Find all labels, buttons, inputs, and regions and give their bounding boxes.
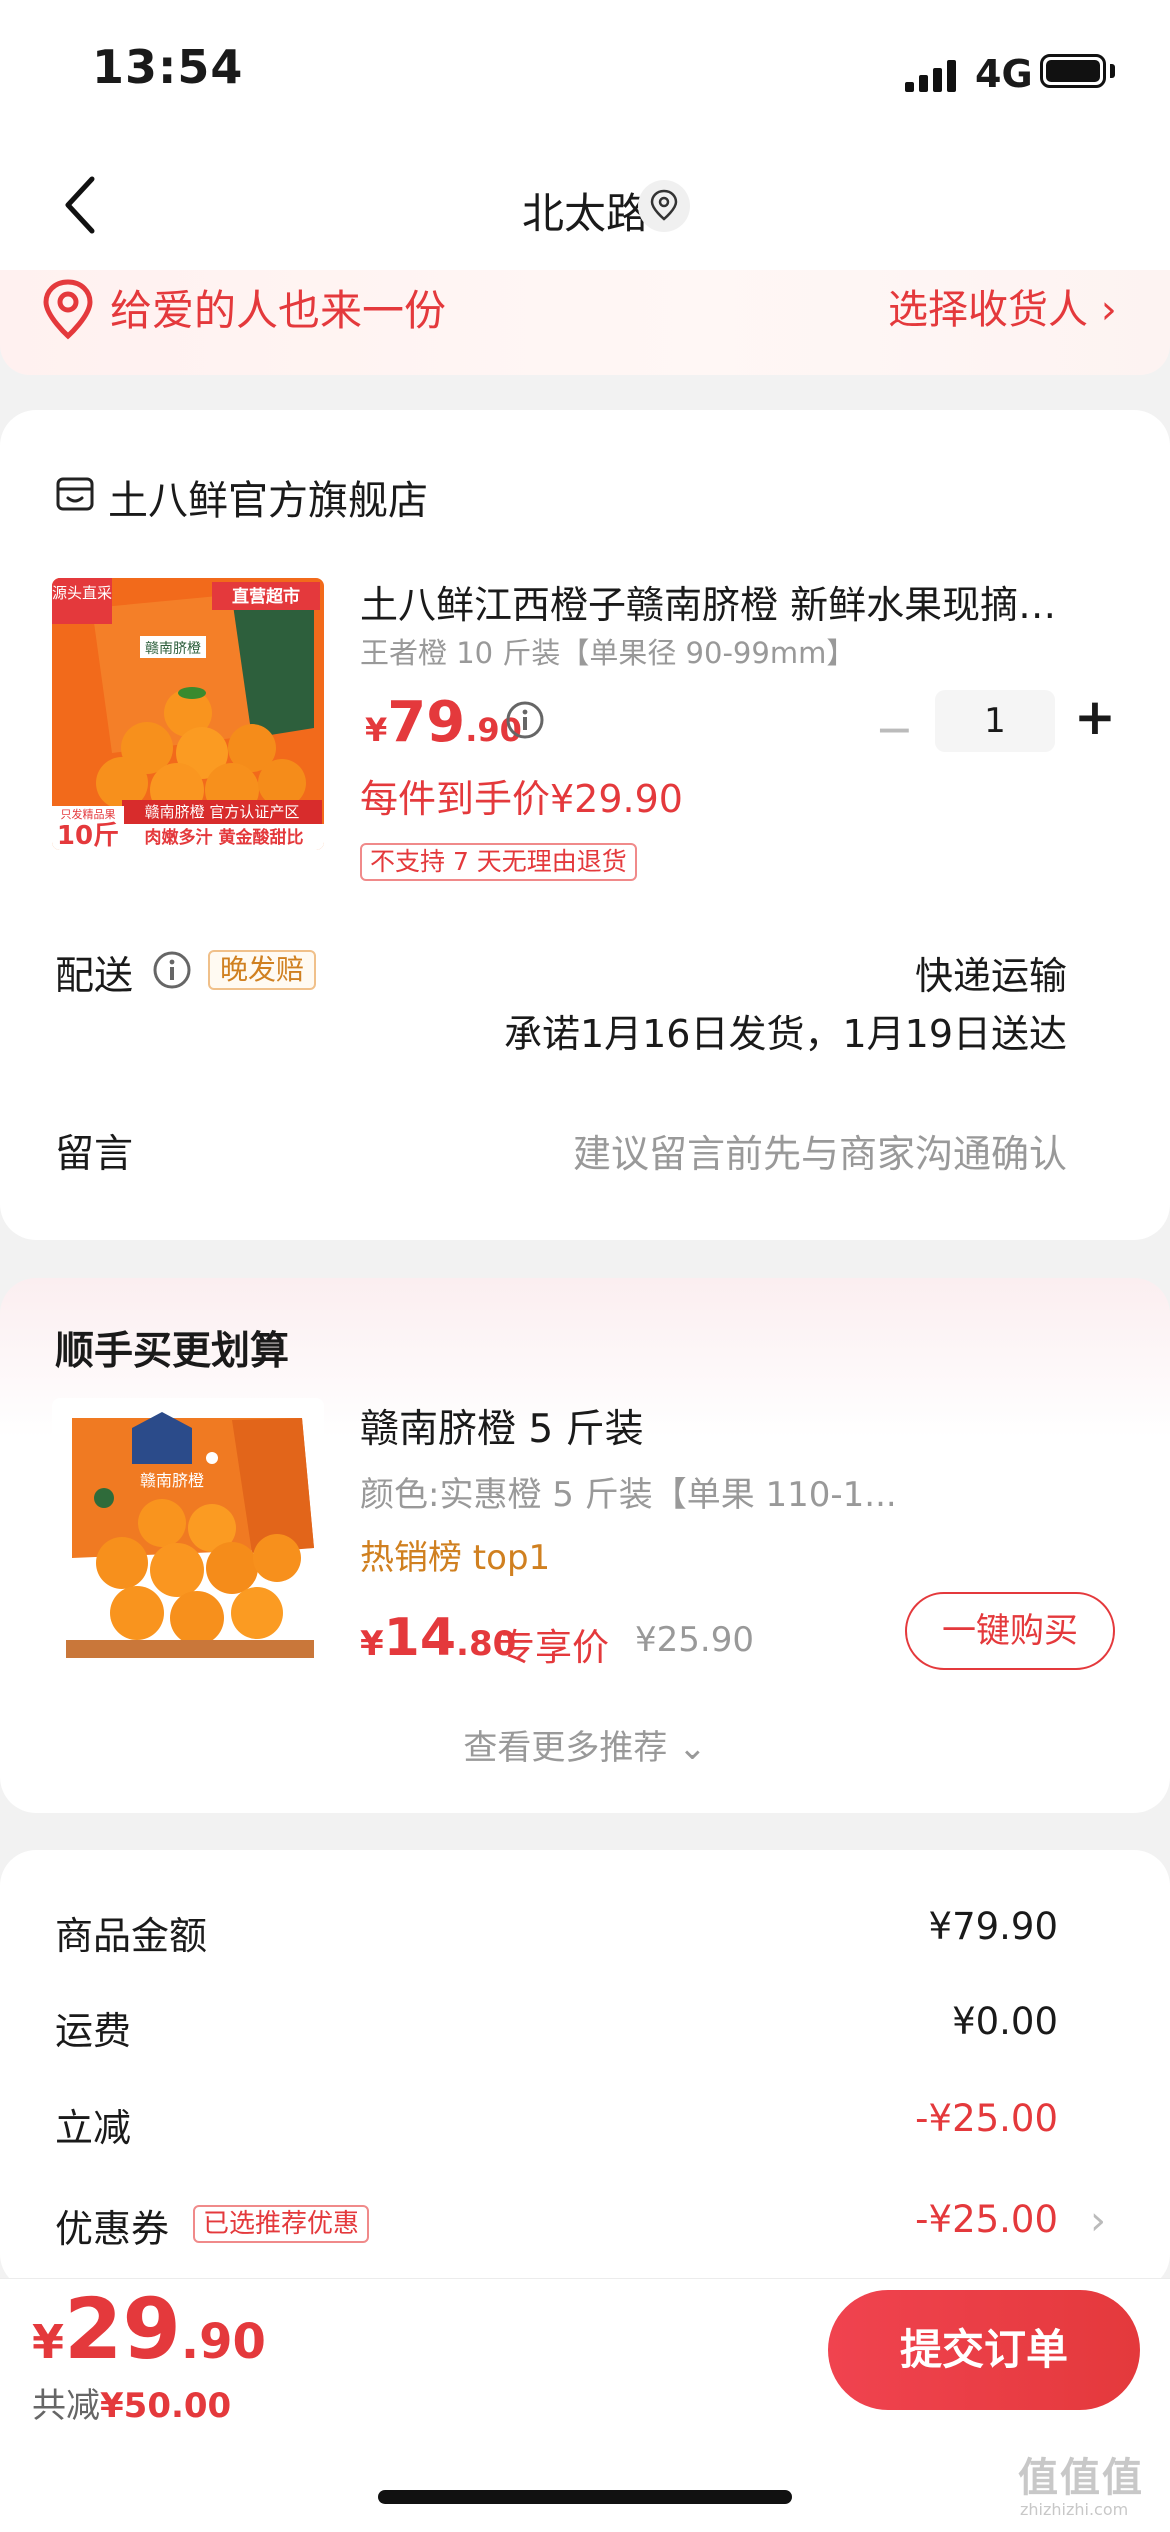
shop-icon: [55, 474, 95, 514]
chevron-right-icon[interactable]: ›: [1090, 2198, 1106, 2244]
recommend-product-title[interactable]: 赣南脐橙 5 斤装: [360, 1398, 644, 1454]
instant-discount-value: -¥25.00: [915, 2097, 1058, 2140]
price-decimal: .90: [180, 2314, 266, 2370]
bestseller-rank: 热销榜 top1: [360, 1538, 551, 1578]
gift-banner-text: 给爱的人也来一份: [110, 286, 447, 335]
note-input[interactable]: 建议留言前先与商家沟通确认: [573, 1123, 1067, 1178]
battery-icon: [1040, 54, 1106, 88]
map-pin-icon: [38, 278, 98, 340]
delivery-method[interactable]: 快递运输: [915, 945, 1067, 1000]
delivery-label: 配送: [55, 954, 134, 999]
svg-text:10斤: 10斤: [57, 821, 119, 850]
instant-discount-label: 立减: [55, 2106, 132, 2150]
location-icon[interactable]: [638, 180, 690, 232]
svg-text:赣南脐橙 官方认证产区: 赣南脐橙 官方认证产区: [145, 803, 300, 821]
exclusive-price-label: 专享价: [498, 1626, 609, 1669]
price-integer: 14: [383, 1608, 457, 1668]
total-saved: 共减¥50.00: [32, 2378, 231, 2427]
svg-text:赣南脐橙: 赣南脐橙: [140, 1471, 204, 1490]
shipping-fee-label: 运费: [55, 2009, 132, 2053]
unit-final-price: 每件到手价¥29.90: [360, 777, 683, 821]
price-integer: 79: [387, 690, 466, 755]
submit-order-button[interactable]: 提交订单: [828, 2290, 1140, 2410]
total-price: ¥29.90: [32, 2280, 266, 2378]
product-image-art: 源头直采 直营超市 赣南脐橙 赣南脐橙 官方认证产区 只发精品果 10斤 肉嫩多…: [52, 578, 324, 850]
coupon-value[interactable]: -¥25.00: [915, 2198, 1058, 2241]
product-image[interactable]: 源头直采 直营超市 赣南脐橙 赣南脐橙 官方认证产区 只发精品果 10斤 肉嫩多…: [52, 578, 324, 850]
saved-value: ¥50.00: [100, 2386, 232, 2426]
product-price: ¥79.90: [365, 690, 522, 755]
one-click-buy-button[interactable]: 一键购买: [905, 1592, 1115, 1670]
coupon-recommended-badge: 已选推荐优惠: [193, 2205, 370, 2243]
price-integer: 29: [64, 2280, 181, 2378]
quantity-decrease-button[interactable]: −: [875, 702, 914, 756]
note-label: 留言: [55, 1132, 134, 1177]
price-info-icon[interactable]: [505, 700, 545, 740]
more-recommendations-link[interactable]: 查看更多推荐 ⌄: [0, 1720, 1170, 1769]
recommend-image-art: 赣南脐橙: [52, 1398, 324, 1670]
coupon-label: 优惠券: [55, 2207, 170, 2251]
product-title[interactable]: 土八鲜江西橙子赣南脐橙 新鲜水果现摘…: [360, 574, 1090, 629]
svg-text:肉嫩多汁 黄金酸甜比: 肉嫩多汁 黄金酸甜比: [145, 827, 304, 848]
delivery-info-icon[interactable]: [152, 950, 192, 990]
saved-label: 共减: [32, 2386, 100, 2426]
battery-cap: [1110, 64, 1115, 78]
goods-amount-value: ¥79.90: [928, 1905, 1058, 1948]
svg-text:只发精品果: 只发精品果: [61, 807, 116, 821]
recommend-title: 顺手买更划算: [55, 1329, 290, 1374]
price-symbol: ¥: [32, 2315, 65, 2369]
late-compensation-badge: 晚发赔: [208, 950, 317, 990]
recommend-product-spec[interactable]: 颜色:实惠橙 5 斤装【单果 110-1...: [360, 1467, 920, 1516]
product-spec[interactable]: 王者橙 10 斤装【单果径 90-99mm】: [360, 630, 855, 672]
price-symbol: ¥: [360, 1624, 384, 1664]
signal-icon: [905, 58, 957, 92]
no-return-badge: 不支持 7 天无理由退货: [360, 843, 637, 881]
status-time: 13:54: [92, 40, 244, 94]
svg-text:赣南脐橙: 赣南脐橙: [145, 641, 201, 657]
recommend-price: ¥14.80: [360, 1608, 516, 1668]
svg-text:源头直采: 源头直采: [52, 584, 112, 602]
page-title: 北太路: [521, 189, 648, 238]
network-type: 4G: [975, 52, 1033, 96]
quantity-input[interactable]: 1: [935, 690, 1055, 752]
shop-name[interactable]: 土八鲜官方旗舰店: [108, 468, 428, 526]
delivery-promise: 承诺1月16日发货，1月19日送达: [503, 1012, 1067, 1056]
home-indicator[interactable]: [378, 2490, 792, 2504]
watermark-url: zhizhizhi.com: [1020, 2500, 1129, 2519]
select-recipient-link[interactable]: 选择收货人 ›: [888, 277, 1117, 335]
original-price: ¥25.90: [635, 1620, 754, 1660]
price-symbol: ¥: [365, 711, 388, 749]
shipping-fee-value: ¥0.00: [952, 2000, 1058, 2043]
goods-amount-label: 商品金额: [55, 1914, 208, 1958]
quantity-increase-button[interactable]: +: [1074, 688, 1116, 746]
recommend-product-image[interactable]: 赣南脐橙: [52, 1398, 324, 1670]
watermark: 值值值: [1018, 2455, 1144, 2501]
svg-text:直营超市: 直营超市: [232, 586, 300, 607]
